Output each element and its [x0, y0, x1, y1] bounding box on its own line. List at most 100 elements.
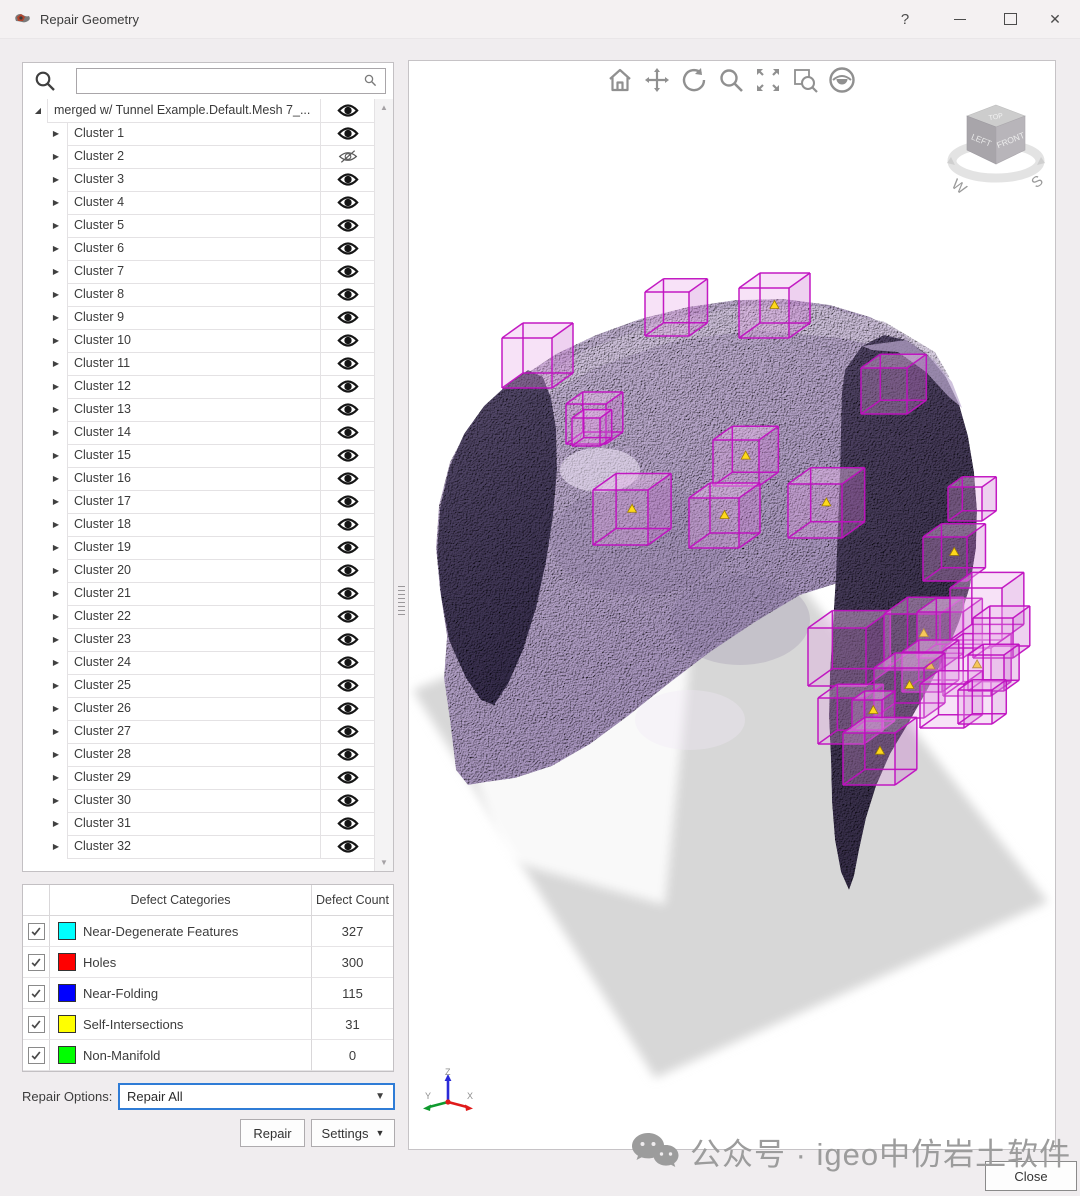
tree-scrollbar[interactable]: ▲ ▼ [374, 99, 393, 871]
tree-item-label[interactable]: Cluster 26 [67, 697, 320, 721]
expand-arrow-icon[interactable]: ▶ [49, 336, 63, 345]
tree-item-label[interactable]: Cluster 17 [67, 490, 320, 514]
expand-arrow-icon[interactable]: ▶ [49, 221, 63, 230]
visibility-eye-icon[interactable] [320, 99, 375, 123]
tree-row-cluster-12[interactable]: ▶Cluster 12 [23, 375, 375, 398]
zoom-window-icon[interactable] [790, 65, 820, 95]
repair-options-dropdown[interactable]: Repair All ▼ [118, 1083, 395, 1110]
visibility-eye-off-icon[interactable] [320, 145, 375, 169]
tree-item-label[interactable]: Cluster 13 [67, 398, 320, 422]
tree-row-cluster-29[interactable]: ▶ Cluster 29 [23, 766, 375, 789]
visibility-eye-icon[interactable] [320, 490, 375, 514]
tree-row-cluster-23[interactable]: ▶ Cluster 23 [23, 628, 375, 651]
tree-item-label[interactable]: Cluster 18 [67, 513, 320, 537]
expand-arrow-icon[interactable]: ▶ [49, 543, 63, 552]
expand-arrow-icon[interactable]: ▶ [49, 819, 63, 828]
tree-row-cluster-3[interactable]: ▶Cluster 3 [23, 168, 375, 191]
visibility-eye-icon[interactable] [320, 835, 375, 859]
panel-splitter-grip[interactable] [398, 586, 405, 616]
tree-item-label[interactable]: Cluster 14 [67, 421, 320, 445]
tree-row-cluster-28[interactable]: ▶Cluster 28 [23, 743, 375, 766]
expand-arrow-icon[interactable]: ▶ [49, 290, 63, 299]
visibility-eye-icon[interactable] [320, 605, 375, 629]
expand-arrow-icon[interactable]: ▶ [49, 152, 63, 161]
expand-arrow-icon[interactable]: ▶ [49, 635, 63, 644]
tree-row-cluster-32[interactable]: ▶Cluster 32 [23, 835, 375, 858]
tree-item-label[interactable]: Cluster 25 [67, 674, 320, 698]
expand-arrow-icon[interactable]: ▶ [49, 175, 63, 184]
tree-row-cluster-21[interactable]: ▶ Cluster 21 [23, 582, 375, 605]
tree-item-label[interactable]: Cluster 20 [67, 559, 320, 583]
orbit-icon[interactable] [679, 65, 709, 95]
defect-cube[interactable] [843, 717, 917, 785]
tree-item-label[interactable]: Cluster 23 [67, 628, 320, 652]
tree-row-cluster-2[interactable]: ▶ Cluster 2 [23, 145, 375, 168]
tree-item-label[interactable]: Cluster 8 [67, 283, 320, 307]
visibility-eye-icon[interactable] [320, 214, 375, 238]
tree-row-cluster-25[interactable]: ▶Cluster 25 [23, 674, 375, 697]
scroll-down-icon[interactable]: ▼ [375, 858, 393, 867]
visibility-eye-icon[interactable] [320, 375, 375, 399]
tree-row-cluster-19[interactable]: ▶Cluster 19 [23, 536, 375, 559]
expand-arrow-icon[interactable]: ▶ [49, 129, 63, 138]
expand-arrow-icon[interactable]: ▶ [49, 497, 63, 506]
visibility-eye-icon[interactable] [320, 743, 375, 767]
expand-arrow-icon[interactable]: ▶ [49, 244, 63, 253]
tree-item-label[interactable]: Cluster 28 [67, 743, 320, 767]
tree-item-label[interactable]: Cluster 21 [67, 582, 320, 606]
visibility-eye-icon[interactable] [320, 306, 375, 330]
tree-row-cluster-15[interactable]: ▶Cluster 15 [23, 444, 375, 467]
expand-arrow-icon[interactable]: ▶ [49, 842, 63, 851]
expand-arrow-icon[interactable]: ▶ [49, 198, 63, 207]
tree-row-cluster-26[interactable]: ▶ Cluster 26 [23, 697, 375, 720]
expand-arrow-icon[interactable]: ▶ [49, 704, 63, 713]
visibility-eye-icon[interactable] [320, 697, 375, 721]
defect-checkbox-3[interactable] [28, 985, 45, 1002]
tree-item-label[interactable]: Cluster 1 [67, 122, 320, 146]
defect-cube[interactable] [958, 680, 1006, 724]
visibility-eye-icon[interactable] [320, 674, 375, 698]
expand-arrow-icon[interactable]: ▶ [49, 612, 63, 621]
expand-arrow-icon[interactable]: ▶ [49, 359, 63, 368]
tree-item-label[interactable]: Cluster 24 [67, 651, 320, 675]
expand-arrow-icon[interactable]: ▶ [49, 474, 63, 483]
scroll-up-icon[interactable]: ▲ [375, 103, 393, 112]
tree-row-cluster-17[interactable]: ▶ Cluster 17 [23, 490, 375, 513]
zoom-icon[interactable] [716, 65, 746, 95]
tree-item-label[interactable]: Cluster 2 [67, 145, 320, 169]
expand-arrow-icon[interactable]: ▶ [49, 313, 63, 322]
visibility-eye-icon[interactable] [320, 651, 375, 675]
tree-item-label[interactable]: Cluster 7 [67, 260, 320, 284]
tree-row-cluster-7[interactable]: ▶Cluster 7 [23, 260, 375, 283]
visibility-eye-icon[interactable] [320, 329, 375, 353]
expand-arrow-icon[interactable]: ▶ [49, 773, 63, 782]
visibility-eye-icon[interactable] [320, 283, 375, 307]
defect-cube[interactable] [948, 477, 996, 521]
visibility-eye-icon[interactable] [320, 398, 375, 422]
defect-cube[interactable] [593, 474, 671, 546]
visibility-eye-icon[interactable] [320, 421, 375, 445]
repair-button[interactable]: Repair [240, 1119, 305, 1147]
tree-item-label[interactable]: Cluster 10 [67, 329, 320, 353]
expand-arrow-icon[interactable]: ▶ [49, 382, 63, 391]
visibility-eye-icon[interactable] [320, 513, 375, 537]
tree-item-label[interactable]: Cluster 29 [67, 766, 320, 790]
close-button[interactable]: Close [985, 1161, 1077, 1191]
expand-arrow-icon[interactable]: ▶ [49, 796, 63, 805]
defect-checkbox-2[interactable] [28, 954, 45, 971]
tree-row-cluster-1[interactable]: ▶ Cluster 1 [23, 122, 375, 145]
defect-cube[interactable] [739, 273, 810, 338]
defect-checkbox-4[interactable] [28, 1016, 45, 1033]
visibility-eye-icon[interactable] [320, 812, 375, 836]
expand-arrow-icon[interactable]: ▶ [49, 566, 63, 575]
tree-item-label[interactable]: Cluster 9 [67, 306, 320, 330]
visibility-eye-icon[interactable] [320, 582, 375, 606]
settings-button[interactable]: Settings ▼ [311, 1119, 395, 1147]
expand-arrow-icon[interactable]: ▶ [49, 727, 63, 736]
defect-cube[interactable] [689, 483, 760, 548]
tree-row-cluster-14[interactable]: ▶Cluster 14 [23, 421, 375, 444]
tree-row-cluster-4[interactable]: ▶Cluster 4 [23, 191, 375, 214]
expand-arrow-icon[interactable]: ▶ [49, 589, 63, 598]
minimize-button[interactable] [945, 0, 975, 38]
tree-row-cluster-6[interactable]: ▶Cluster 6 [23, 237, 375, 260]
